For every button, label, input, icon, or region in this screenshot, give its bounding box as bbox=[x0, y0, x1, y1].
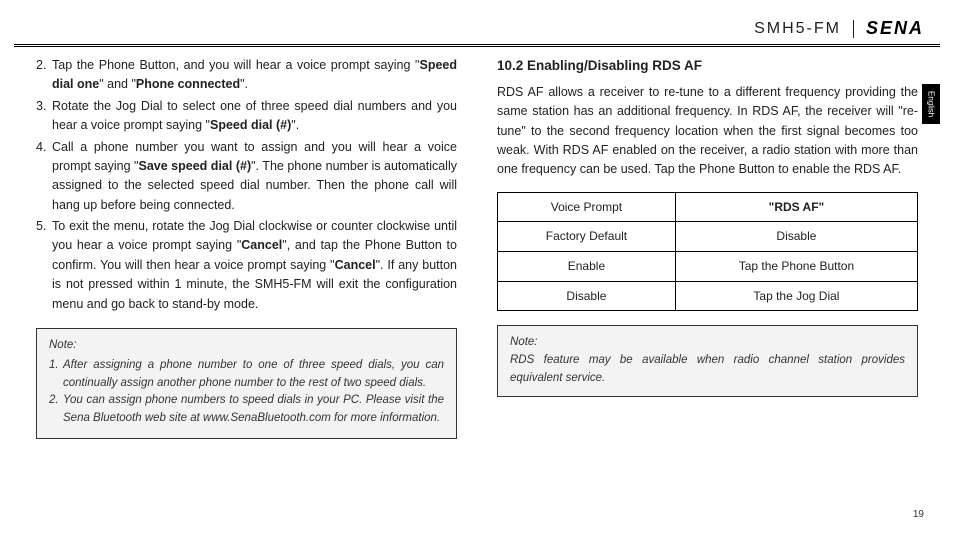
list-text: Call a phone number you want to assign a… bbox=[52, 138, 457, 216]
page-number: 19 bbox=[913, 509, 924, 520]
brand-logo: SENA bbox=[866, 18, 924, 39]
section-heading: 10.2 Enabling/Disabling RDS AF bbox=[497, 56, 918, 77]
language-tab: English bbox=[922, 84, 940, 124]
instruction-list: 2. Tap the Phone Button, and you will he… bbox=[36, 56, 457, 314]
left-column: 2. Tap the Phone Button, and you will he… bbox=[36, 56, 457, 496]
table-row: Factory Default Disable bbox=[498, 222, 918, 252]
list-number: 5. bbox=[36, 217, 52, 314]
instruction-item: 2. Tap the Phone Button, and you will he… bbox=[36, 56, 457, 95]
note-box-left: Note: 1. After assigning a phone number … bbox=[36, 328, 457, 439]
table-cell: Voice Prompt bbox=[498, 192, 676, 222]
header-divider bbox=[853, 20, 854, 38]
table-cell: "RDS AF" bbox=[675, 192, 917, 222]
table-cell: Factory Default bbox=[498, 222, 676, 252]
table-cell: Tap the Phone Button bbox=[675, 251, 917, 281]
table-cell: Disable bbox=[498, 281, 676, 311]
note-title: Note: bbox=[49, 337, 444, 355]
note-list: 1. After assigning a phone number to one… bbox=[49, 357, 444, 428]
note-item: 1. After assigning a phone number to one… bbox=[49, 357, 444, 393]
table-row: Voice Prompt "RDS AF" bbox=[498, 192, 918, 222]
table-cell: Disable bbox=[675, 222, 917, 252]
header-rule bbox=[14, 44, 940, 47]
table-cell: Tap the Jog Dial bbox=[675, 281, 917, 311]
table-cell: Enable bbox=[498, 251, 676, 281]
table-row: Disable Tap the Jog Dial bbox=[498, 281, 918, 311]
content-area: 2. Tap the Phone Button, and you will he… bbox=[36, 56, 918, 496]
instruction-item: 5. To exit the menu, rotate the Jog Dial… bbox=[36, 217, 457, 314]
list-number: 2. bbox=[36, 56, 52, 95]
rds-table: Voice Prompt "RDS AF" Factory Default Di… bbox=[497, 192, 918, 311]
list-number: 4. bbox=[36, 138, 52, 216]
note-item: 2. You can assign phone numbers to speed… bbox=[49, 392, 444, 428]
instruction-item: 3. Rotate the Jog Dial to select one of … bbox=[36, 97, 457, 136]
header: SMH5-FM SENA bbox=[754, 18, 924, 39]
note-title: Note: bbox=[510, 334, 905, 352]
list-text: Tap the Phone Button, and you will hear … bbox=[52, 56, 457, 95]
model-label: SMH5-FM bbox=[754, 20, 841, 38]
note-box-right: Note: RDS feature may be available when … bbox=[497, 325, 918, 396]
note-text: RDS feature may be available when radio … bbox=[510, 352, 905, 388]
right-column: 10.2 Enabling/Disabling RDS AF RDS AF al… bbox=[497, 56, 918, 496]
list-text: To exit the menu, rotate the Jog Dial cl… bbox=[52, 217, 457, 314]
table-row: Enable Tap the Phone Button bbox=[498, 251, 918, 281]
list-text: Rotate the Jog Dial to select one of thr… bbox=[52, 97, 457, 136]
instruction-item: 4. Call a phone number you want to assig… bbox=[36, 138, 457, 216]
section-paragraph: RDS AF allows a receiver to re-tune to a… bbox=[497, 83, 918, 180]
list-number: 3. bbox=[36, 97, 52, 136]
